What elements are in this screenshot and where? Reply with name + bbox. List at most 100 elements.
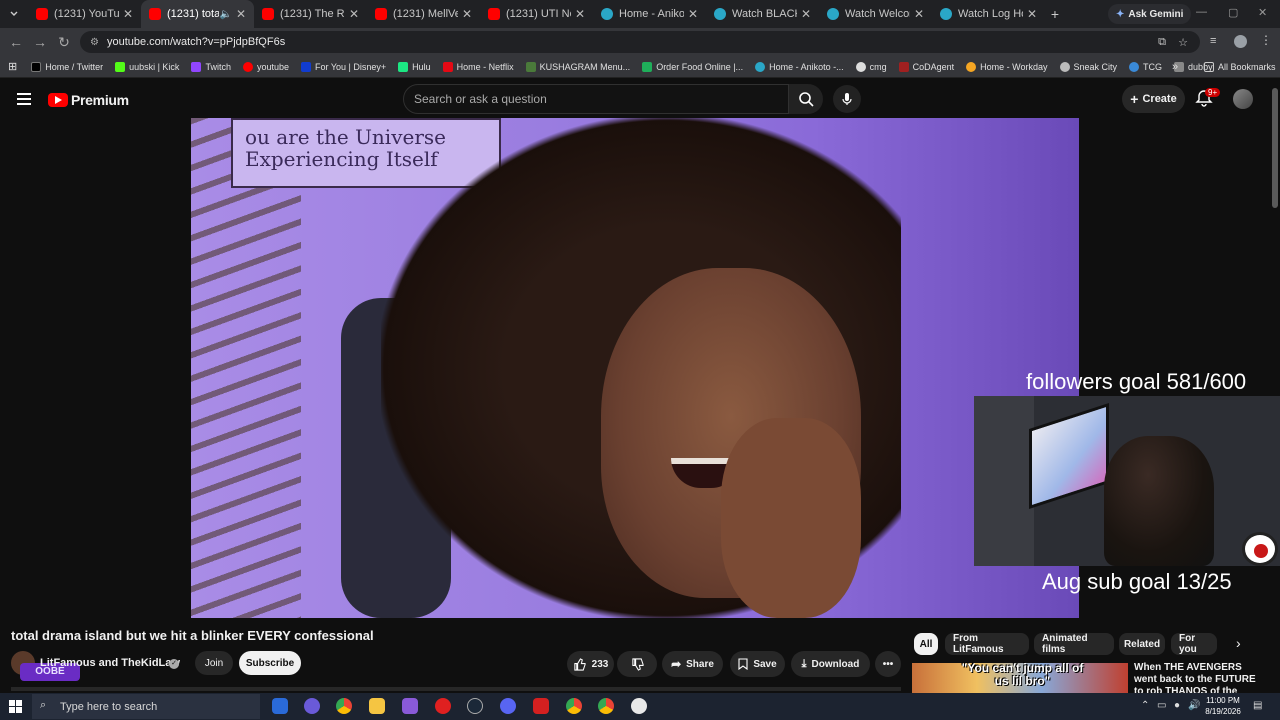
like-button[interactable]: 233 [567,651,614,677]
forward-button[interactable]: → [28,30,52,54]
tab-anikoto[interactable]: Home - Anikoto -✕ [593,0,706,28]
reload-icon: ↻ [58,33,70,50]
close-icon[interactable]: ✕ [123,7,133,21]
chip-for-you[interactable]: For you [1171,633,1217,655]
chrome-icon[interactable] [336,698,352,714]
chip-animated-films[interactable]: Animated films [1034,633,1114,655]
bookmark-sneak-city[interactable]: Sneak City [1059,61,1117,72]
more-actions-button[interactable]: ••• [875,651,901,677]
youtube-music-icon[interactable] [435,698,451,714]
description-box[interactable] [11,687,901,691]
chip-all[interactable]: All [914,633,938,655]
bookmark-tcg[interactable]: TCG [1129,61,1162,72]
tab-youtube[interactable]: (1231) YouTube✕ [28,0,141,28]
menu-kebab-icon[interactable]: ⋮ [1260,33,1272,47]
leaf-icon [525,61,536,72]
file-explorer-icon[interactable] [369,698,385,714]
bookmark-netflix[interactable]: Home - Netflix [442,61,514,72]
create-button[interactable]: + Create [1122,85,1185,113]
bookmark-codagent[interactable]: CoDAgent [898,61,954,72]
close-icon[interactable]: ✕ [1027,7,1037,21]
close-icon[interactable]: ✕ [914,7,924,21]
xbox-app-icon[interactable] [402,698,418,714]
tab-total-drama[interactable]: (1231) total d🔈✕ [141,0,254,28]
save-button[interactable]: Save [730,651,785,677]
bookmark-twitch[interactable]: Twitch [191,61,231,72]
bookmark-hulu[interactable]: Hulu [398,61,431,72]
clock-app-icon[interactable] [631,698,647,714]
tab-uti[interactable]: (1231) UTI Nostalg✕ [480,0,593,28]
close-icon[interactable]: ✕ [688,7,698,21]
more-bookmarks-icon[interactable]: » [1172,61,1178,73]
close-icon[interactable]: ✕ [575,7,585,21]
bookmark-kushagram[interactable]: KUSHAGRAM Menu... [525,61,630,72]
chevron-right-icon[interactable]: › [1236,635,1241,651]
bookmark-cmg[interactable]: cmg [855,61,887,72]
account-avatar[interactable] [1233,89,1253,109]
widgets-icon[interactable] [272,698,288,714]
acrobat-icon[interactable] [533,698,549,714]
close-icon[interactable]: ✕ [236,7,246,21]
youtube-logo[interactable]: Premium [48,92,129,108]
start-button[interactable] [0,693,30,720]
bookmark-star-icon[interactable]: ☆ [1178,36,1188,49]
share-button[interactable]: ➦ Share [662,651,723,677]
volume-icon[interactable]: 🔊 [1188,700,1200,711]
new-tab-button[interactable]: + [1045,6,1065,22]
chip-from-litfamous[interactable]: From LitFamous [945,633,1029,655]
install-icon[interactable]: ⧉ [1158,36,1166,49]
tab-black-torch[interactable]: Watch BLACK TOR✕ [706,0,819,28]
dislike-button[interactable] [617,651,657,677]
ask-gemini-button[interactable]: ✦ Ask Gemini [1108,4,1192,24]
bookmark-youtube[interactable]: youtube [242,61,289,72]
tab-search-button[interactable] [0,2,28,26]
taskbar-search-input[interactable]: ⌕ Type here to search [32,694,260,719]
speaker-icon[interactable]: 🔈 [219,9,231,20]
close-icon[interactable]: ✕ [462,7,472,21]
page-scrollbar[interactable] [1272,88,1278,208]
steam-icon[interactable] [467,698,483,714]
mic-tray-icon[interactable]: ● [1174,700,1180,711]
join-button[interactable]: Join [195,651,233,675]
tab-mellverse[interactable]: (1231) MellVerse✕ [367,0,480,28]
chip-related[interactable]: Related [1119,633,1165,655]
tray-chevron-icon[interactable]: ⌃ [1141,700,1149,711]
bookmark-twitter[interactable]: Home / Twitter [31,61,103,72]
all-bookmarks[interactable]: All Bookmarks [1204,61,1276,72]
close-icon[interactable]: ✕ [801,7,811,21]
bookmark-disney[interactable]: For You | Disney+ [300,61,386,72]
video-player[interactable]: ou are the Universe Experiencing Itself [191,118,1079,618]
maximize-button[interactable]: ▢ [1228,6,1238,19]
close-window-button[interactable]: ✕ [1258,6,1267,19]
search-button[interactable] [789,84,823,114]
taskbar-clock[interactable]: 11:00 PM 8/19/2026 [1200,695,1246,717]
chrome-profile-icon[interactable] [304,698,320,714]
download-button[interactable]: ⤓ Download [791,651,870,677]
subscribe-button[interactable]: Subscribe [239,651,301,675]
hamburger-menu-icon[interactable] [17,93,31,105]
discord-icon[interactable] [500,698,516,714]
search-input[interactable]: Search or ask a question [403,84,789,114]
chrome-icon-3[interactable] [598,698,614,714]
media-control-icon[interactable]: ≡ [1210,35,1216,47]
tab-welcome[interactable]: Watch Welcome t✕ [819,0,932,28]
chrome-icon-2[interactable] [566,698,582,714]
profile-icon[interactable] [1234,35,1247,48]
notification-center-icon[interactable]: ▤ [1253,700,1262,711]
bookmark-workday[interactable]: Home - Workday [966,61,1048,72]
bookmark-kick[interactable]: uubski | Kick [115,61,179,72]
voice-search-button[interactable] [833,85,861,113]
back-button[interactable]: ← [4,30,28,54]
tab-log-horizon[interactable]: Watch Log Horizo✕ [932,0,1045,28]
channel-name[interactable]: LitFamous and TheKidLaw [40,657,180,669]
network-icon[interactable]: ▭ [1157,700,1166,711]
minimize-button[interactable]: — [1196,6,1207,18]
site-info-icon[interactable]: ⚙ [90,37,99,48]
tab-re45[interactable]: (1231) The RE-45✕ [254,0,367,28]
bookmark-anikoto[interactable]: Home - Anikoto -... [755,61,844,72]
close-icon[interactable]: ✕ [349,7,359,21]
reload-button[interactable]: ↻ [52,30,76,54]
bookmark-order-food[interactable]: Order Food Online |... [642,61,743,72]
address-bar[interactable]: ⚙ youtube.com/watch?v=pPjdpBfQF6s ⧉ ☆ [80,31,1200,53]
apps-icon[interactable]: ⊞ [8,60,17,73]
